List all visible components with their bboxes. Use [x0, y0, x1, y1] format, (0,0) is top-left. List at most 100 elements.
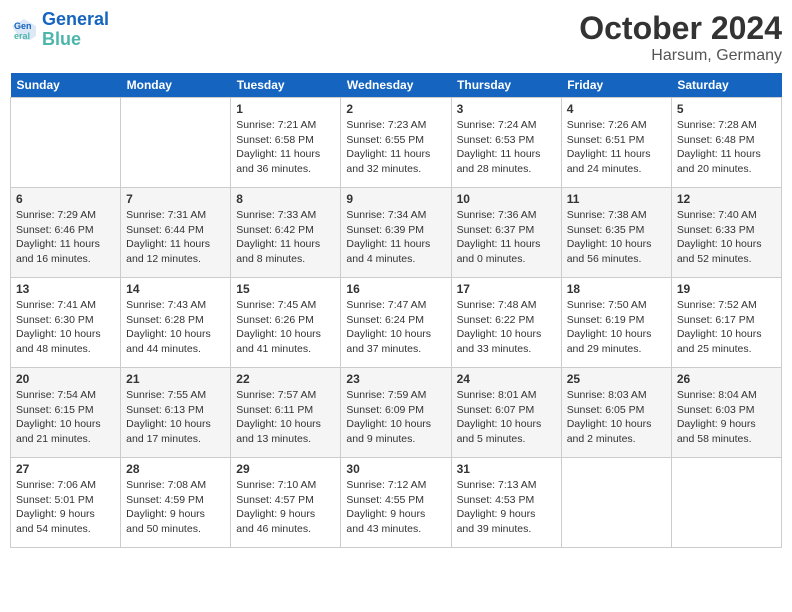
calendar-cell: 12 Sunrise: 7:40 AMSunset: 6:33 PMDayligh…: [671, 188, 781, 278]
day-info: Sunrise: 7:59 AMSunset: 6:09 PMDaylight:…: [346, 388, 445, 447]
day-number: 22: [236, 372, 335, 386]
day-number: 3: [457, 102, 556, 116]
calendar-week-row: 20 Sunrise: 7:54 AMSunset: 6:15 PMDayligh…: [11, 368, 782, 458]
day-number: 19: [677, 282, 776, 296]
day-info: Sunrise: 7:06 AMSunset: 5:01 PMDaylight:…: [16, 478, 115, 537]
day-info: Sunrise: 7:26 AMSunset: 6:51 PMDaylight:…: [567, 118, 666, 177]
calendar-cell: 3 Sunrise: 7:24 AMSunset: 6:53 PMDaylight…: [451, 98, 561, 188]
day-number: 18: [567, 282, 666, 296]
svg-text:eral: eral: [14, 31, 30, 41]
day-info: Sunrise: 7:41 AMSunset: 6:30 PMDaylight:…: [16, 298, 115, 357]
calendar-cell: [671, 458, 781, 548]
day-number: 4: [567, 102, 666, 116]
calendar-cell: 10 Sunrise: 7:36 AMSunset: 6:37 PMDayligh…: [451, 188, 561, 278]
day-number: 21: [126, 372, 225, 386]
day-info: Sunrise: 7:40 AMSunset: 6:33 PMDaylight:…: [677, 208, 776, 267]
day-info: Sunrise: 8:03 AMSunset: 6:05 PMDaylight:…: [567, 388, 666, 447]
day-number: 13: [16, 282, 115, 296]
day-info: Sunrise: 8:01 AMSunset: 6:07 PMDaylight:…: [457, 388, 556, 447]
calendar-cell: 30 Sunrise: 7:12 AMSunset: 4:55 PMDayligh…: [341, 458, 451, 548]
svg-text:Gen: Gen: [14, 21, 32, 31]
day-number: 31: [457, 462, 556, 476]
day-info: Sunrise: 7:54 AMSunset: 6:15 PMDaylight:…: [16, 388, 115, 447]
day-info: Sunrise: 8:04 AMSunset: 6:03 PMDaylight:…: [677, 388, 776, 447]
day-info: Sunrise: 7:57 AMSunset: 6:11 PMDaylight:…: [236, 388, 335, 447]
day-info: Sunrise: 7:36 AMSunset: 6:37 PMDaylight:…: [457, 208, 556, 267]
weekday-header-friday: Friday: [561, 73, 671, 98]
day-info: Sunrise: 7:34 AMSunset: 6:39 PMDaylight:…: [346, 208, 445, 267]
calendar-week-row: 27 Sunrise: 7:06 AMSunset: 5:01 PMDayligh…: [11, 458, 782, 548]
location: Harsum, Germany: [579, 47, 782, 65]
day-number: 30: [346, 462, 445, 476]
day-info: Sunrise: 7:23 AMSunset: 6:55 PMDaylight:…: [346, 118, 445, 177]
logo-text: General Blue: [42, 10, 109, 50]
day-number: 26: [677, 372, 776, 386]
day-number: 23: [346, 372, 445, 386]
day-number: 5: [677, 102, 776, 116]
logo-line1: General: [42, 9, 109, 29]
calendar-cell: [11, 98, 121, 188]
calendar-cell: 15Sunrise: 7:45 AMSunset: 6:26 PMDayligh…: [231, 278, 341, 368]
day-info: Sunrise: 7:33 AMSunset: 6:42 PMDaylight:…: [236, 208, 335, 267]
calendar-cell: 26 Sunrise: 8:04 AMSunset: 6:03 PMDayligh…: [671, 368, 781, 458]
day-info: Sunrise: 7:50 AMSunset: 6:19 PMDaylight:…: [567, 298, 666, 357]
day-info: Sunrise: 7:47 AMSunset: 6:24 PMDaylight:…: [346, 298, 445, 357]
day-number: 27: [16, 462, 115, 476]
day-number: 1: [236, 102, 335, 116]
calendar-cell: 29 Sunrise: 7:10 AMSunset: 4:57 PMDayligh…: [231, 458, 341, 548]
calendar-cell: 4 Sunrise: 7:26 AMSunset: 6:51 PMDaylight…: [561, 98, 671, 188]
day-number: 24: [457, 372, 556, 386]
day-number: 29: [236, 462, 335, 476]
weekday-header-wednesday: Wednesday: [341, 73, 451, 98]
weekday-header-monday: Monday: [121, 73, 231, 98]
day-number: 10: [457, 192, 556, 206]
calendar-cell: 19 Sunrise: 7:52 AMSunset: 6:17 PMDayligh…: [671, 278, 781, 368]
day-info: Sunrise: 7:24 AMSunset: 6:53 PMDaylight:…: [457, 118, 556, 177]
calendar-week-row: 1 Sunrise: 7:21 AMSunset: 6:58 PMDaylight…: [11, 98, 782, 188]
calendar-cell: 27 Sunrise: 7:06 AMSunset: 5:01 PMDayligh…: [11, 458, 121, 548]
calendar-cell: 6 Sunrise: 7:29 AMSunset: 6:46 PMDaylight…: [11, 188, 121, 278]
day-info: Sunrise: 7:12 AMSunset: 4:55 PMDaylight:…: [346, 478, 445, 537]
calendar-cell: 2 Sunrise: 7:23 AMSunset: 6:55 PMDaylight…: [341, 98, 451, 188]
calendar-cell: 21Sunrise: 7:55 AMSunset: 6:13 PMDayligh…: [121, 368, 231, 458]
day-number: 6: [16, 192, 115, 206]
calendar-cell: 1 Sunrise: 7:21 AMSunset: 6:58 PMDaylight…: [231, 98, 341, 188]
calendar-cell: 28Sunrise: 7:08 AMSunset: 4:59 PMDayligh…: [121, 458, 231, 548]
day-number: 20: [16, 372, 115, 386]
logo-line2: Blue: [42, 29, 81, 49]
calendar-cell: 25 Sunrise: 8:03 AMSunset: 6:05 PMDayligh…: [561, 368, 671, 458]
day-number: 14: [126, 282, 225, 296]
weekday-header-thursday: Thursday: [451, 73, 561, 98]
weekday-header-saturday: Saturday: [671, 73, 781, 98]
calendar-week-row: 6 Sunrise: 7:29 AMSunset: 6:46 PMDaylight…: [11, 188, 782, 278]
calendar-cell: [561, 458, 671, 548]
weekday-header-sunday: Sunday: [11, 73, 121, 98]
calendar-cell: 20 Sunrise: 7:54 AMSunset: 6:15 PMDayligh…: [11, 368, 121, 458]
day-info: Sunrise: 7:31 AMSunset: 6:44 PMDaylight:…: [126, 208, 225, 267]
day-info: Sunrise: 7:28 AMSunset: 6:48 PMDaylight:…: [677, 118, 776, 177]
weekday-header-tuesday: Tuesday: [231, 73, 341, 98]
day-info: Sunrise: 7:29 AMSunset: 6:46 PMDaylight:…: [16, 208, 115, 267]
logo-icon: Gen eral: [10, 16, 38, 44]
day-number: 2: [346, 102, 445, 116]
calendar-cell: 24 Sunrise: 8:01 AMSunset: 6:07 PMDayligh…: [451, 368, 561, 458]
logo: Gen eral General Blue: [10, 10, 109, 50]
day-number: 17: [457, 282, 556, 296]
calendar-cell: 13 Sunrise: 7:41 AMSunset: 6:30 PMDayligh…: [11, 278, 121, 368]
calendar-cell: [121, 98, 231, 188]
day-number: 16: [346, 282, 445, 296]
calendar-cell: 23 Sunrise: 7:59 AMSunset: 6:09 PMDayligh…: [341, 368, 451, 458]
day-info: Sunrise: 7:10 AMSunset: 4:57 PMDaylight:…: [236, 478, 335, 537]
calendar-cell: 7 Sunrise: 7:31 AMSunset: 6:44 PMDaylight…: [121, 188, 231, 278]
month-title: October 2024: [579, 10, 782, 47]
day-number: 7: [126, 192, 225, 206]
day-number: 11: [567, 192, 666, 206]
weekday-header-row: SundayMondayTuesdayWednesdayThursdayFrid…: [11, 73, 782, 98]
day-info: Sunrise: 7:21 AMSunset: 6:58 PMDaylight:…: [236, 118, 335, 177]
day-number: 9: [346, 192, 445, 206]
day-number: 12: [677, 192, 776, 206]
day-info: Sunrise: 7:08 AMSunset: 4:59 PMDaylight:…: [126, 478, 225, 537]
day-info: Sunrise: 7:52 AMSunset: 6:17 PMDaylight:…: [677, 298, 776, 357]
calendar-cell: 22 Sunrise: 7:57 AMSunset: 6:11 PMDayligh…: [231, 368, 341, 458]
day-number: 25: [567, 372, 666, 386]
